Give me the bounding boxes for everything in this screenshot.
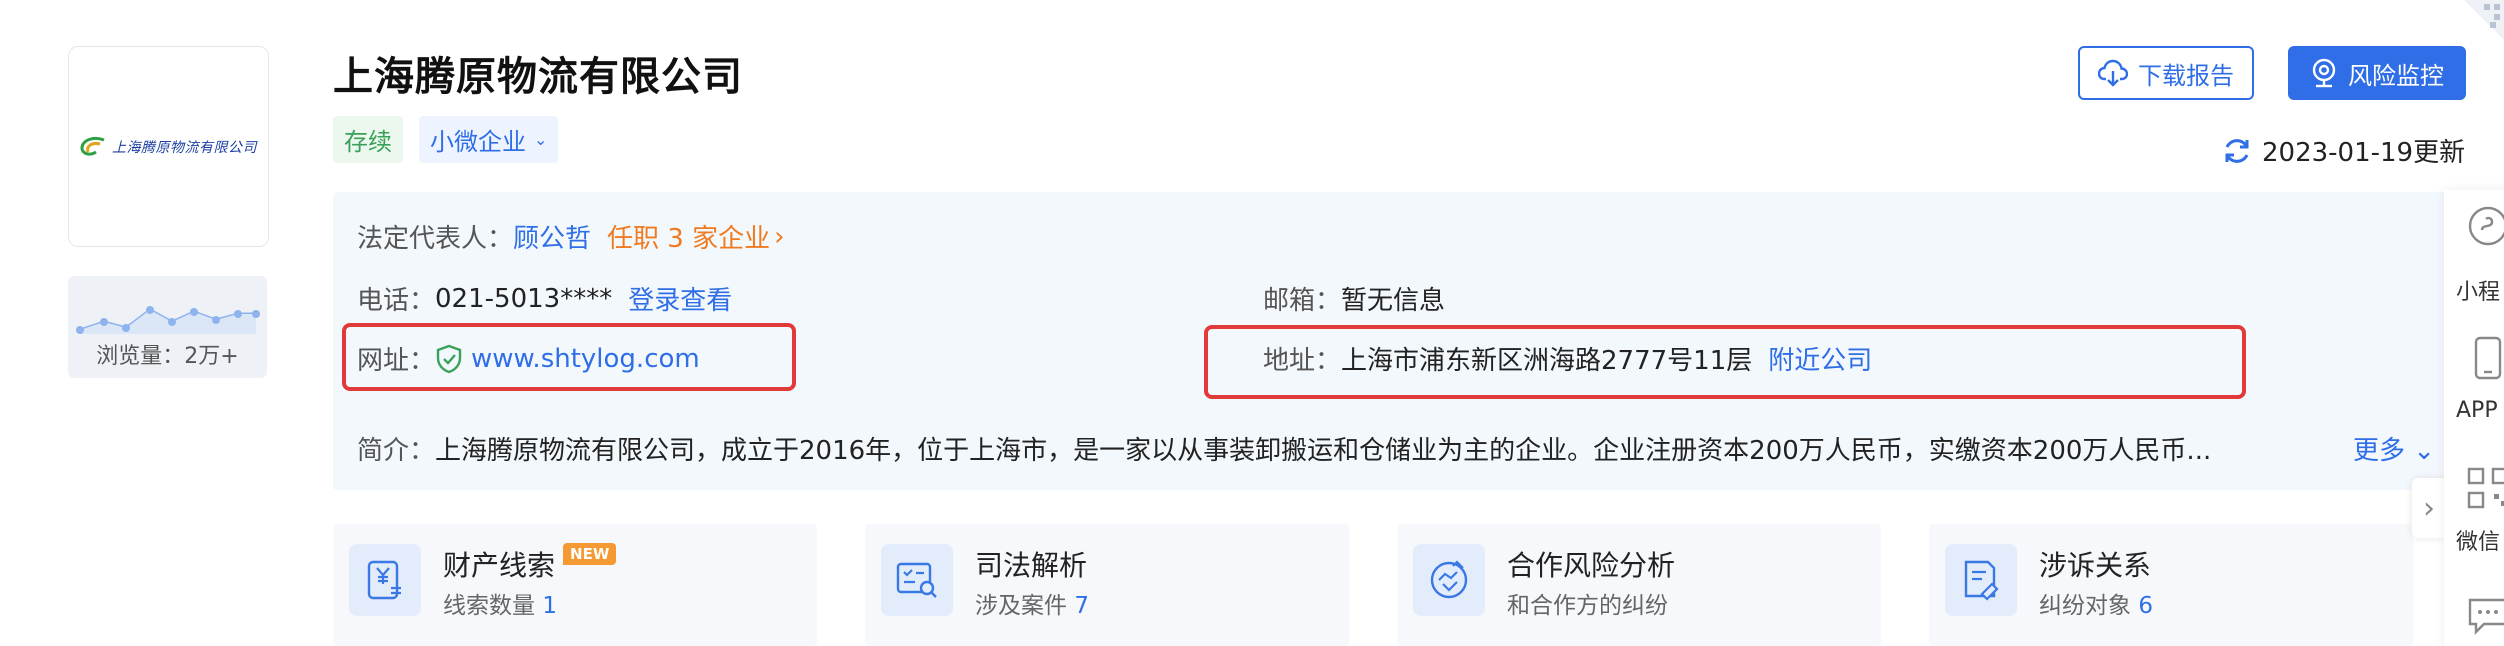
new-badge: NEW [563, 543, 617, 565]
feature-card-litigation[interactable]: 涉诉关系 纠纷对象 6 [1929, 524, 2413, 646]
chevron-down-icon: ⌄ [534, 130, 548, 149]
feature-title-partner-risk: 合作风险分析 [1507, 544, 1675, 584]
feature-assets-label: 财产线索 [443, 549, 556, 582]
feature-sub-litigation: 纠纷对象 6 [2039, 586, 2153, 620]
litigation-document-icon [1945, 544, 2017, 616]
email-label: 邮箱： [1263, 286, 1342, 316]
feature-judicial-sub-label: 涉及案件 [975, 593, 1075, 619]
chevron-down-icon: ⌄ [2413, 436, 2436, 466]
assets-yen-icon [349, 544, 421, 616]
feature-judicial-count: 7 [1074, 593, 1089, 619]
risk-monitor-label: 风险监控 [2348, 61, 2444, 90]
download-report-button[interactable]: 下载报告 [2078, 46, 2254, 100]
intro-row: 简介： 上海腾原物流有限公司，成立于2016年，位于上海市，是一家以从事装卸搬运… [357, 430, 2211, 467]
feature-title-judicial: 司法解析 [975, 544, 1087, 584]
email-value: 暂无信息 [1341, 286, 1446, 316]
side-panel-collapse-button[interactable]: › [2412, 478, 2446, 538]
legal-rep-label: 法定代表人： [357, 224, 514, 254]
corner-qr-icon[interactable] [2454, 0, 2504, 40]
address-highlight-box [1204, 325, 2246, 399]
phone-app-icon[interactable] [2468, 336, 2504, 382]
phone-value: 021-5013**** [435, 283, 613, 314]
feature-sub-judicial: 涉及案件 7 [975, 586, 1089, 620]
handshake-risk-icon [1413, 544, 1485, 616]
email-row: 邮箱： 暂无信息 [1263, 280, 1445, 317]
company-name: 上海腾原物流有限公司 [333, 54, 743, 100]
legal-rep-jobs-link[interactable]: 任职 3 家企业 [607, 218, 770, 255]
feature-title-litigation: 涉诉关系 [2039, 544, 2151, 584]
judicial-report-icon [881, 544, 953, 616]
download-report-label: 下载报告 [2138, 61, 2234, 90]
phone-row: 电话： 021-5013**** 登录查看 [357, 280, 732, 317]
views-card: 浏览量：2万+ [68, 276, 267, 378]
mini-program-icon[interactable] [2466, 204, 2504, 248]
views-count: 浏览量：2万+ [96, 344, 239, 369]
feature-card-assets[interactable]: 财产线索 NEW 线索数量 1 [333, 524, 817, 646]
company-logo: 上海腾原物流有限公司 [68, 46, 269, 247]
feature-partner-risk-label: 合作风险分析 [1507, 549, 1676, 582]
feature-judicial-label: 司法解析 [975, 549, 1088, 582]
intro-more-label: 更多 [2353, 436, 2406, 466]
legal-rep-name[interactable]: 顾公哲 [513, 218, 591, 255]
feature-card-judicial[interactable]: 司法解析 涉及案件 7 [865, 524, 1349, 646]
website-highlight-box [342, 323, 796, 391]
side-tool-panel: 小程 APP 微信 [2444, 190, 2504, 646]
update-info: 2023-01-19更新 [2222, 132, 2465, 169]
side-item-mini-program[interactable]: 小程 [2456, 274, 2504, 306]
status-tag: 存续 [333, 116, 403, 163]
legal-rep-row: 法定代表人： 顾公哲 任职 3 家企业 › [357, 218, 785, 255]
company-profile-page: 上海腾原物流有限公司 浏览量：2万+ 上海腾原物流有限公司 存续 小微企业 ⌄ [0, 0, 2504, 646]
risk-monitor-button[interactable]: 风险监控 [2288, 46, 2466, 100]
logo-text: 上海腾原物流有限公司 [112, 139, 257, 156]
update-date: 2023-01-19更新 [2262, 138, 2466, 168]
chat-bubble-icon[interactable] [2466, 596, 2504, 636]
feature-sub-assets: 线索数量 1 [443, 586, 557, 620]
chevron-right-icon: › [2423, 490, 2435, 526]
chevron-right-icon: › [774, 221, 785, 252]
feature-litigation-label: 涉诉关系 [2039, 549, 2152, 582]
login-to-view-link[interactable]: 登录查看 [628, 280, 732, 317]
scale-tag-label: 小微企业 [430, 128, 526, 156]
intro-more-link[interactable]: 更多 ⌄ [2353, 430, 2435, 467]
qr-code-icon[interactable] [2466, 466, 2504, 510]
logo-swoosh-icon [80, 136, 105, 156]
side-item-wechat[interactable]: 微信 [2456, 524, 2504, 556]
feature-litigation-sub-label: 纠纷对象 [2039, 593, 2139, 619]
feature-litigation-count: 6 [2138, 593, 2153, 619]
refresh-icon[interactable] [2222, 136, 2252, 166]
scale-tag-dropdown[interactable]: 小微企业 ⌄ [419, 116, 559, 163]
feature-assets-sub-label: 线索数量 [443, 593, 543, 619]
company-tags: 存续 小微企业 ⌄ [333, 116, 559, 163]
feature-title-assets: 财产线索 NEW [443, 543, 617, 584]
feature-sub-partner-risk: 和合作方的纠纷 [1507, 586, 1668, 620]
intro-value: 上海腾原物流有限公司，成立于2016年，位于上海市，是一家以从事装卸搬运和仓储业… [435, 436, 2212, 466]
feature-partner-risk-sub-label: 和合作方的纠纷 [1507, 593, 1668, 619]
side-item-app[interactable]: APP [2456, 398, 2504, 423]
views-sparkline-icon [76, 306, 260, 334]
feature-assets-count: 1 [542, 593, 557, 619]
intro-label: 简介： [357, 436, 436, 466]
phone-label: 电话： [357, 286, 436, 316]
monitor-camera-icon [2312, 58, 2336, 88]
feature-card-partner-risk[interactable]: 合作风险分析 和合作方的纠纷 [1397, 524, 1881, 646]
cloud-download-icon [2098, 59, 2128, 87]
